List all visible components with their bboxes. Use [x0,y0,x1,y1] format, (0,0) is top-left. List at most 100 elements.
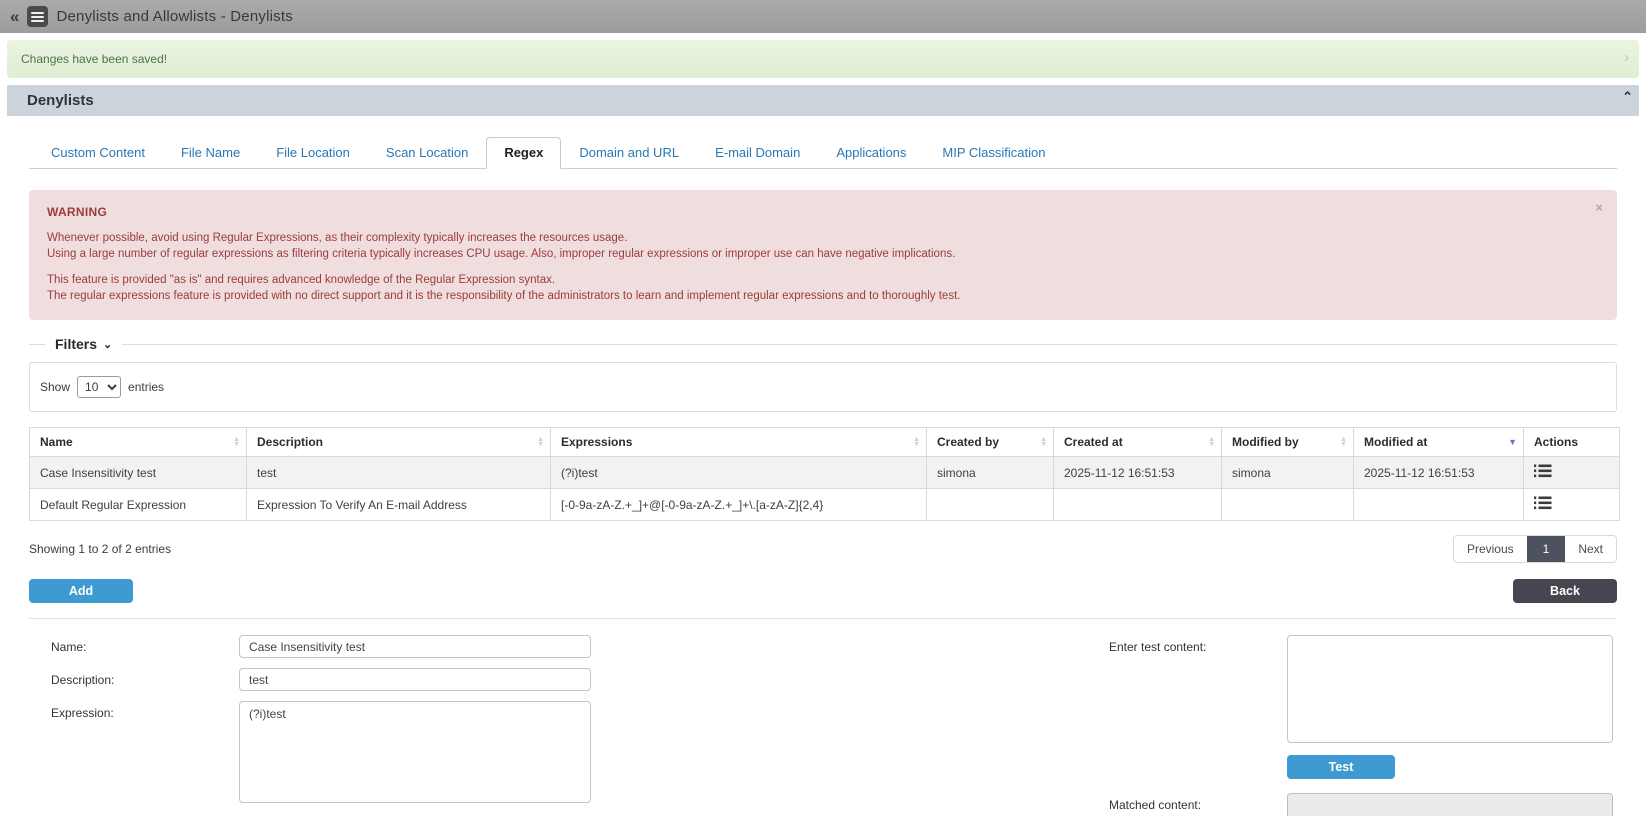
cell-description: test [247,457,551,489]
list-menu-icon[interactable] [27,6,48,27]
test-content-field[interactable] [1287,635,1613,743]
sort-icon: ▲▼ [233,437,240,447]
tab-email-domain[interactable]: E-mail Domain [697,137,818,169]
pagination-previous[interactable]: Previous [1454,536,1527,562]
success-alert: Changes have been saved! › [7,40,1639,78]
entries-select[interactable]: 10 [77,376,121,398]
matched-content-label: Matched content: [1101,793,1287,816]
chevron-right-icon[interactable]: › [1624,49,1629,66]
cell-created-at [1054,489,1222,521]
column-label: Created at [1064,435,1123,449]
tab-bar: Custom Content File Name File Location S… [29,137,1617,169]
tab-applications[interactable]: Applications [818,137,924,169]
tab-file-location[interactable]: File Location [258,137,368,169]
column-header-modified-by[interactable]: Modified by ▲▼ [1222,428,1354,457]
cell-description: Expression To Verify An E-mail Address [247,489,551,521]
expression-field[interactable]: (?i)test [239,701,591,803]
test-content-label: Enter test content: [1101,635,1287,743]
tab-mip-classification[interactable]: MIP Classification [924,137,1063,169]
test-panel: Enter test content: Test Matched content… [1101,635,1613,816]
page-title: Denylists and Allowlists - Denylists [56,8,292,25]
cell-name: Default Regular Expression [30,489,247,521]
description-field[interactable] [239,668,591,691]
back-button[interactable]: Back [1513,579,1617,603]
table-footer: Showing 1 to 2 of 2 entries Previous 1 N… [29,535,1617,563]
column-header-expressions[interactable]: Expressions ▲▼ [551,428,927,457]
column-header-created-at[interactable]: Created at ▲▼ [1054,428,1222,457]
tab-regex[interactable]: Regex [486,137,561,169]
sort-icon: ▲▼ [913,437,920,447]
cell-expression: [-0-9a-zA-Z.+_]+@[-0-9a-zA-Z.+_]+\.[a-zA… [551,489,927,521]
column-header-description[interactable]: Description ▲▼ [247,428,551,457]
table-row: Case Insensitivity test test (?i)test si… [30,457,1620,489]
column-header-name[interactable]: Name ▲▼ [30,428,247,457]
column-label: Modified at [1364,435,1427,449]
row-actions-menu-icon[interactable] [1534,496,1552,510]
warning-line: This feature is provided "as is" and req… [47,272,1599,288]
entries-bar: Show 10 entries [29,362,1617,412]
cell-modified-by: simona [1222,457,1354,489]
entries-label: entries [128,380,164,394]
pagination: Previous 1 Next [1453,535,1617,563]
cell-actions [1524,489,1620,521]
row-actions-menu-icon[interactable] [1534,464,1552,478]
panel-body: Custom Content File Name File Location S… [7,137,1639,816]
filters-toggle[interactable]: Filters [45,336,103,352]
warning-title: WARNING [47,204,1599,220]
description-label: Description: [29,668,239,687]
name-field[interactable] [239,635,591,658]
column-label: Expressions [561,435,632,449]
matched-content-field [1287,793,1613,816]
cell-modified-at [1354,489,1524,521]
test-button[interactable]: Test [1287,755,1395,779]
warning-line: Using a large number of regular expressi… [47,246,1599,262]
actions-row: Add Back [29,579,1617,603]
denylist-table: Name ▲▼ Description ▲▼ Expressions ▲▼ Cr… [29,427,1620,521]
tab-file-name[interactable]: File Name [163,137,258,169]
column-label: Actions [1534,435,1578,449]
column-label: Name [40,435,73,449]
add-button[interactable]: Add [29,579,133,603]
regex-warning-box: WARNING Whenever possible, avoid using R… [29,190,1617,320]
cell-created-by [927,489,1054,521]
cell-modified-by [1222,489,1354,521]
warning-line: Whenever possible, avoid using Regular E… [47,230,1599,246]
pagination-next[interactable]: Next [1565,536,1616,562]
cell-name: Case Insensitivity test [30,457,247,489]
panel-title: Denylists [27,92,94,109]
name-label: Name: [29,635,239,654]
expression-label: Expression: [29,701,239,720]
panel-header: Denylists ⌃ [7,85,1639,116]
entries-summary: Showing 1 to 2 of 2 entries [29,542,171,556]
cell-created-by: simona [927,457,1054,489]
collapse-panel-icon[interactable]: ⌃ [1622,89,1633,105]
cell-actions [1524,457,1620,489]
collapse-sidebar-icon[interactable]: « [10,7,19,27]
column-label: Description [257,435,323,449]
cell-expression: (?i)test [551,457,927,489]
tab-scan-location[interactable]: Scan Location [368,137,486,169]
filters-section: Filters ⌄ [29,336,1617,352]
titlebar: « Denylists and Allowlists - Denylists [0,0,1646,33]
tab-domain-and-url[interactable]: Domain and URL [561,137,697,169]
regex-form: Name: Description: Expression: (?i)test … [29,635,1617,816]
success-alert-message: Changes have been saved! [21,52,167,66]
table-row: Default Regular Expression Expression To… [30,489,1620,521]
column-header-modified-at[interactable]: Modified at ▼ [1354,428,1524,457]
column-label: Modified by [1232,435,1299,449]
close-icon[interactable]: × [1595,200,1603,216]
chevron-down-icon[interactable]: ⌄ [103,338,112,351]
divider [29,618,1617,619]
cell-modified-at: 2025-11-12 16:51:53 [1354,457,1524,489]
sort-icon: ▲▼ [1340,437,1347,447]
pagination-page-1[interactable]: 1 [1527,536,1566,562]
column-header-actions: Actions [1524,428,1620,457]
column-header-created-by[interactable]: Created by ▲▼ [927,428,1054,457]
denylists-panel: Denylists ⌃ Custom Content File Name Fil… [7,85,1639,816]
sort-icon: ▲▼ [537,437,544,447]
show-label: Show [40,380,70,394]
sort-icon: ▲▼ [1040,437,1047,447]
cell-created-at: 2025-11-12 16:51:53 [1054,457,1222,489]
sort-icon: ▲▼ [1208,437,1215,447]
tab-custom-content[interactable]: Custom Content [33,137,163,169]
